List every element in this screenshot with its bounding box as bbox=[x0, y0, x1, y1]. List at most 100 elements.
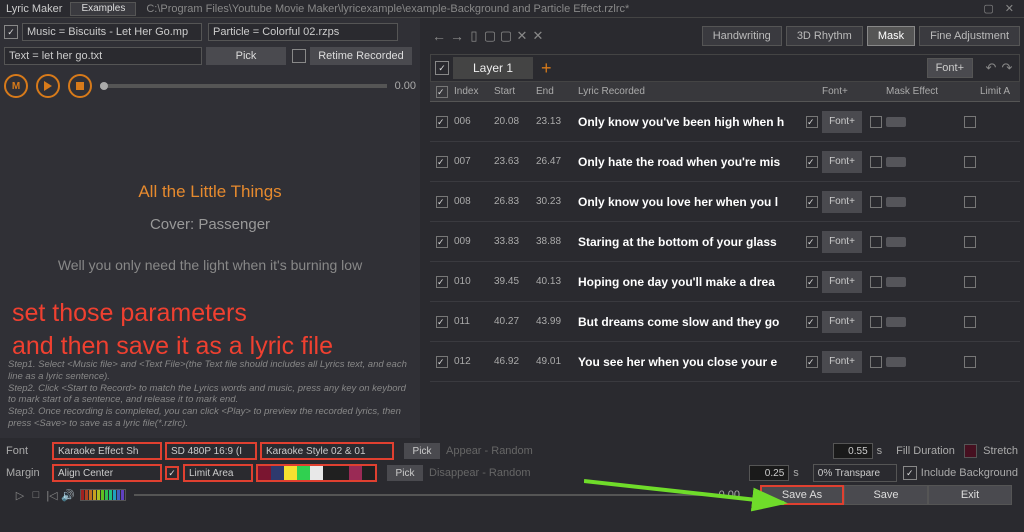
add-layer-icon[interactable]: + bbox=[541, 58, 552, 79]
window-controls[interactable]: ▢ ✕ bbox=[983, 2, 1018, 15]
font-plus-button[interactable]: Font+ bbox=[822, 151, 862, 173]
forward-arrow-icon[interactable]: → bbox=[448, 28, 466, 44]
font-checkbox[interactable] bbox=[806, 156, 818, 168]
limit-area-button[interactable]: Limit Area bbox=[183, 464, 253, 482]
del-icon[interactable]: ▢ bbox=[498, 28, 514, 44]
pick-appear-button[interactable]: Pick bbox=[404, 443, 440, 459]
play-button[interactable] bbox=[36, 74, 60, 98]
retime-checkbox[interactable] bbox=[292, 49, 306, 63]
redo-icon[interactable]: ↷ bbox=[999, 60, 1015, 76]
mask-swatch[interactable] bbox=[886, 277, 906, 287]
mask-swatch[interactable] bbox=[886, 117, 906, 127]
mask-checkbox[interactable] bbox=[870, 316, 882, 328]
back-arrow-icon[interactable]: ← bbox=[430, 28, 448, 44]
limit-checkbox[interactable] bbox=[964, 116, 976, 128]
color-swatch[interactable] bbox=[323, 466, 336, 480]
mask-swatch[interactable] bbox=[886, 317, 906, 327]
color-swatch[interactable] bbox=[258, 466, 271, 480]
row-checkbox[interactable] bbox=[436, 196, 448, 208]
music-field[interactable] bbox=[22, 23, 202, 41]
font-plus-button[interactable]: Font+ bbox=[822, 271, 862, 293]
font-checkbox[interactable] bbox=[806, 236, 818, 248]
color-swatch[interactable] bbox=[310, 466, 323, 480]
mask-swatch[interactable] bbox=[886, 357, 906, 367]
limit-checkbox[interactable] bbox=[964, 356, 976, 368]
bookmark-icon[interactable]: ▯ bbox=[466, 28, 482, 44]
table-row[interactable]: 00933.8338.88Staring at the bottom of yo… bbox=[430, 222, 1020, 262]
include-bg-checkbox[interactable]: ✓ bbox=[903, 466, 917, 480]
mask-swatch[interactable] bbox=[886, 197, 906, 207]
layer-tab[interactable]: Layer 1 bbox=[453, 57, 533, 79]
font-checkbox[interactable] bbox=[806, 356, 818, 368]
table-row[interactable]: 00620.0823.13Only know you've been high … bbox=[430, 102, 1020, 142]
font-plus-button[interactable]: Font+ bbox=[822, 191, 862, 213]
mask-checkbox[interactable] bbox=[870, 276, 882, 288]
playbar-slider[interactable] bbox=[134, 494, 711, 496]
add-icon[interactable]: ▢ bbox=[482, 28, 498, 44]
mask-checkbox[interactable] bbox=[870, 196, 882, 208]
pick-text-button[interactable]: Pick bbox=[206, 47, 286, 65]
appear-duration-input[interactable] bbox=[833, 443, 873, 459]
limit-checkbox[interactable] bbox=[964, 196, 976, 208]
playbar-prev-icon[interactable]: |◁ bbox=[44, 489, 60, 502]
pick-disappear-button[interactable]: Pick bbox=[387, 465, 423, 481]
layer-checkbox[interactable]: ✓ bbox=[435, 61, 449, 75]
clear2-icon[interactable]: ✕ bbox=[530, 28, 546, 44]
disappear-value[interactable]: Disappear - Random bbox=[429, 467, 749, 479]
font-checkbox[interactable] bbox=[806, 116, 818, 128]
table-row[interactable]: 00826.8330.23Only know you love her when… bbox=[430, 182, 1020, 222]
mask-swatch[interactable] bbox=[886, 157, 906, 167]
limit-checkbox[interactable] bbox=[964, 276, 976, 288]
font-plus-button[interactable]: Font+ bbox=[822, 111, 862, 133]
table-row[interactable]: 00723.6326.47Only hate the road when you… bbox=[430, 142, 1020, 182]
3d-rhythm-button[interactable]: 3D Rhythm bbox=[786, 26, 863, 46]
color-swatch[interactable] bbox=[349, 466, 362, 480]
fill-color-swatch[interactable] bbox=[964, 444, 977, 458]
font-plus-button[interactable]: Font+ bbox=[822, 351, 862, 373]
row-checkbox[interactable] bbox=[436, 356, 448, 368]
font-plus-button[interactable]: Font+ bbox=[822, 311, 862, 333]
row-checkbox[interactable] bbox=[436, 276, 448, 288]
color-swatch[interactable] bbox=[271, 466, 284, 480]
select-all-checkbox[interactable] bbox=[436, 86, 448, 98]
font-checkbox[interactable] bbox=[806, 196, 818, 208]
handwriting-button[interactable]: Handwriting bbox=[702, 26, 782, 46]
marker-button[interactable]: M bbox=[4, 74, 28, 98]
undo-icon[interactable]: ↶ bbox=[983, 60, 999, 76]
table-row[interactable]: 01246.9249.01You see her when you close … bbox=[430, 342, 1020, 382]
retime-recorded-button[interactable]: Retime Recorded bbox=[310, 47, 412, 65]
color-swatch[interactable] bbox=[284, 466, 297, 480]
resolution-dropdown[interactable]: SD 480P 16:9 (I bbox=[165, 442, 257, 460]
progress-slider[interactable] bbox=[100, 84, 387, 88]
karaoke-style-dropdown[interactable]: Karaoke Style 02 & 01 bbox=[260, 442, 394, 460]
row-checkbox[interactable] bbox=[436, 156, 448, 168]
text-field[interactable] bbox=[4, 47, 202, 65]
karaoke-effect-dropdown[interactable]: Karaoke Effect Sh bbox=[52, 442, 162, 460]
color-swatches[interactable] bbox=[256, 464, 377, 482]
disappear-duration-input[interactable] bbox=[749, 465, 789, 481]
mask-checkbox[interactable] bbox=[870, 156, 882, 168]
transparent-dropdown[interactable]: 0% Transpare bbox=[813, 464, 897, 482]
font-plus-header[interactable]: Font+ bbox=[927, 58, 973, 78]
mask-checkbox[interactable] bbox=[870, 116, 882, 128]
color-swatch[interactable] bbox=[297, 466, 310, 480]
playbar-speaker-icon[interactable]: 🔊 bbox=[60, 489, 76, 502]
stop-button[interactable] bbox=[68, 74, 92, 98]
music-checkbox[interactable]: ✓ bbox=[4, 25, 18, 39]
limit-checkbox[interactable] bbox=[964, 316, 976, 328]
playbar-play-icon[interactable]: ▷ bbox=[12, 489, 28, 502]
font-plus-button[interactable]: Font+ bbox=[822, 231, 862, 253]
mask-checkbox[interactable] bbox=[870, 236, 882, 248]
limit-checkbox[interactable] bbox=[964, 236, 976, 248]
fine-adjustment-button[interactable]: Fine Adjustment bbox=[919, 26, 1020, 46]
mask-swatch[interactable] bbox=[886, 237, 906, 247]
save-button[interactable]: Save bbox=[844, 485, 928, 505]
examples-button[interactable]: Examples bbox=[70, 2, 136, 16]
color-swatch[interactable] bbox=[362, 466, 375, 480]
particle-field[interactable] bbox=[208, 23, 398, 41]
font-checkbox[interactable] bbox=[806, 276, 818, 288]
table-row[interactable]: 01140.2743.99But dreams come slow and th… bbox=[430, 302, 1020, 342]
playbar-stop-icon[interactable]: □ bbox=[28, 489, 44, 501]
table-row[interactable]: 01039.4540.13Hoping one day you'll make … bbox=[430, 262, 1020, 302]
row-checkbox[interactable] bbox=[436, 116, 448, 128]
